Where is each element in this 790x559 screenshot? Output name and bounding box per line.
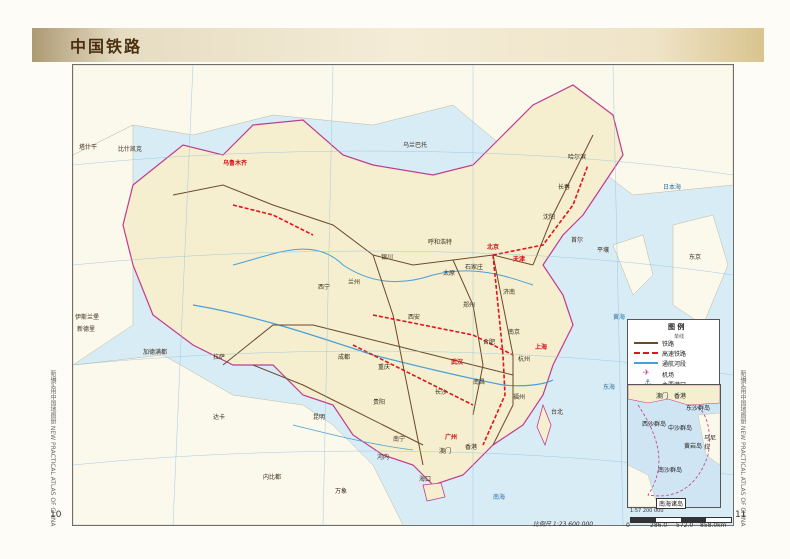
label-tokyo: 东京 xyxy=(689,254,702,261)
label-xining: 西宁 xyxy=(318,284,331,291)
south-china-sea-inset[interactable]: 香港 澳门 东沙群岛 马尼拉 黄岩岛 中沙群岛 西沙群岛 南沙群岛 xyxy=(627,384,721,508)
label-islamabad: 伊斯兰堡 xyxy=(75,314,100,321)
hainan xyxy=(422,482,446,502)
label-chongqing: 重庆 xyxy=(378,364,391,371)
label-xian: 西安 xyxy=(408,314,421,321)
label-changsha: 长沙 xyxy=(435,389,448,396)
legend-railway-sub: 单线 xyxy=(674,334,685,340)
label-hefei: 合肥 xyxy=(483,339,496,346)
label-nanchang: 南昌 xyxy=(473,379,486,386)
label-chengdu: 成都 xyxy=(338,354,351,361)
taiwan xyxy=(536,403,552,447)
label-lhasa: 拉萨 xyxy=(213,354,226,361)
inset-scale: 1:57 200 000 xyxy=(630,508,664,514)
label-dhaka: 达卡 xyxy=(213,414,226,421)
inset-label-manila: 马尼拉 xyxy=(704,435,717,451)
label-beijing: 北京 xyxy=(487,244,500,251)
label-taiyuan: 太原 xyxy=(443,270,456,277)
label-haikou: 海口 xyxy=(419,476,432,483)
page-number-left: 10 xyxy=(50,510,62,520)
page-title: 中国铁路 xyxy=(70,37,143,56)
map-legend: 图 例 单线 铁路 高速铁路 通航河段 ✈ 机场 ⚓ 主要港口 xyxy=(627,319,720,393)
label-macau: 澳门 xyxy=(439,448,452,455)
label-zhengzhou: 郑州 xyxy=(463,302,476,309)
label-hohhot: 呼和浩特 xyxy=(428,239,453,246)
label-nanjing: 南京 xyxy=(508,329,521,336)
label-vientiane: 万象 xyxy=(335,488,348,495)
scale-label: 比例尺 1:23 600 000 xyxy=(533,521,594,528)
scale-tick-3: 858.0km xyxy=(700,522,727,529)
legend-highspeed-swatch xyxy=(634,352,658,354)
label-kathmandu: 加德满都 xyxy=(143,349,168,356)
scale-tick-2: 572.0 xyxy=(676,522,694,529)
label-hangzhou: 杭州 xyxy=(518,356,531,363)
legend-river: 通航河段 xyxy=(662,361,687,368)
side-caption-right: 新编实用中国地图册 NEW PRACTICAL ATLAS OF CHINA xyxy=(739,370,746,527)
scale-tick-0: 0 xyxy=(626,522,630,529)
label-harbin: 哈尔滨 xyxy=(568,154,587,161)
label-new-delhi: 新德里 xyxy=(77,326,96,333)
label-sea-of-japan: 日本海 xyxy=(663,184,682,191)
label-ulaanbaatar: 乌兰巴托 xyxy=(403,142,428,149)
label-seoul: 首尔 xyxy=(571,237,584,244)
label-tianjin: 天津 xyxy=(513,256,526,263)
label-yellow-sea: 黄海 xyxy=(613,314,626,321)
side-caption-left: 新编实用中国地图册 NEW PRACTICAL ATLAS OF CHINA xyxy=(49,370,56,527)
page-number-right: 11 xyxy=(735,510,747,520)
label-jinan: 济南 xyxy=(503,289,516,296)
label-lanzhou: 兰州 xyxy=(348,279,361,286)
inset-label-hongkong: 香港 xyxy=(674,393,687,400)
japan xyxy=(672,214,729,326)
legend-title: 图 例 xyxy=(668,323,685,331)
label-shanghai: 上海 xyxy=(535,344,548,351)
korea xyxy=(612,234,654,296)
label-pyongyang: 平壤 xyxy=(597,247,610,254)
legend-highspeed: 高速铁路 xyxy=(662,351,687,358)
label-naypyidaw: 内比都 xyxy=(263,474,282,481)
label-nanning: 南宁 xyxy=(393,436,406,443)
legend-railway-swatch xyxy=(634,342,658,344)
label-guangzhou: 广州 xyxy=(445,434,458,441)
label-shijiazhuang: 石家庄 xyxy=(465,264,484,271)
legend-airport: 机场 xyxy=(662,372,675,379)
label-hanoi: 河内 xyxy=(377,454,390,461)
scale-tick-1: 286.0 xyxy=(650,522,668,529)
label-yinchuan: 银川 xyxy=(381,254,394,261)
label-hongkong: 香港 xyxy=(465,444,478,451)
inset-label-macau: 澳门 xyxy=(656,393,669,400)
inset-label-huangyan: 黄岩岛 xyxy=(684,443,703,450)
legend-river-swatch xyxy=(634,362,658,364)
label-east-china-sea: 东海 xyxy=(603,384,616,391)
inset-label-xisha: 西沙群岛 xyxy=(642,421,667,428)
label-changchun: 长春 xyxy=(558,184,571,191)
label-tashkent: 塔什干 xyxy=(79,144,98,151)
legend-railway: 铁路 xyxy=(662,341,675,348)
inset-label-zhongsha: 中沙群岛 xyxy=(668,425,693,432)
label-shenyang: 沈阳 xyxy=(543,214,556,221)
inset-label-nansha: 南沙群岛 xyxy=(658,467,683,474)
label-taipei: 台北 xyxy=(551,409,564,416)
inset-label-dongsha: 东沙群岛 xyxy=(686,405,711,412)
label-kunming: 昆明 xyxy=(313,414,326,421)
label-wuhan: 武汉 xyxy=(451,359,464,366)
label-guiyang: 贵阳 xyxy=(373,399,386,406)
airport-icon: ✈ xyxy=(643,368,650,377)
label-fuzhou: 福州 xyxy=(513,394,526,401)
label-bishkek: 比什凯克 xyxy=(118,146,143,153)
label-urumqi: 乌鲁木齐 xyxy=(223,160,248,167)
label-south-china-sea: 南海 xyxy=(493,494,506,501)
